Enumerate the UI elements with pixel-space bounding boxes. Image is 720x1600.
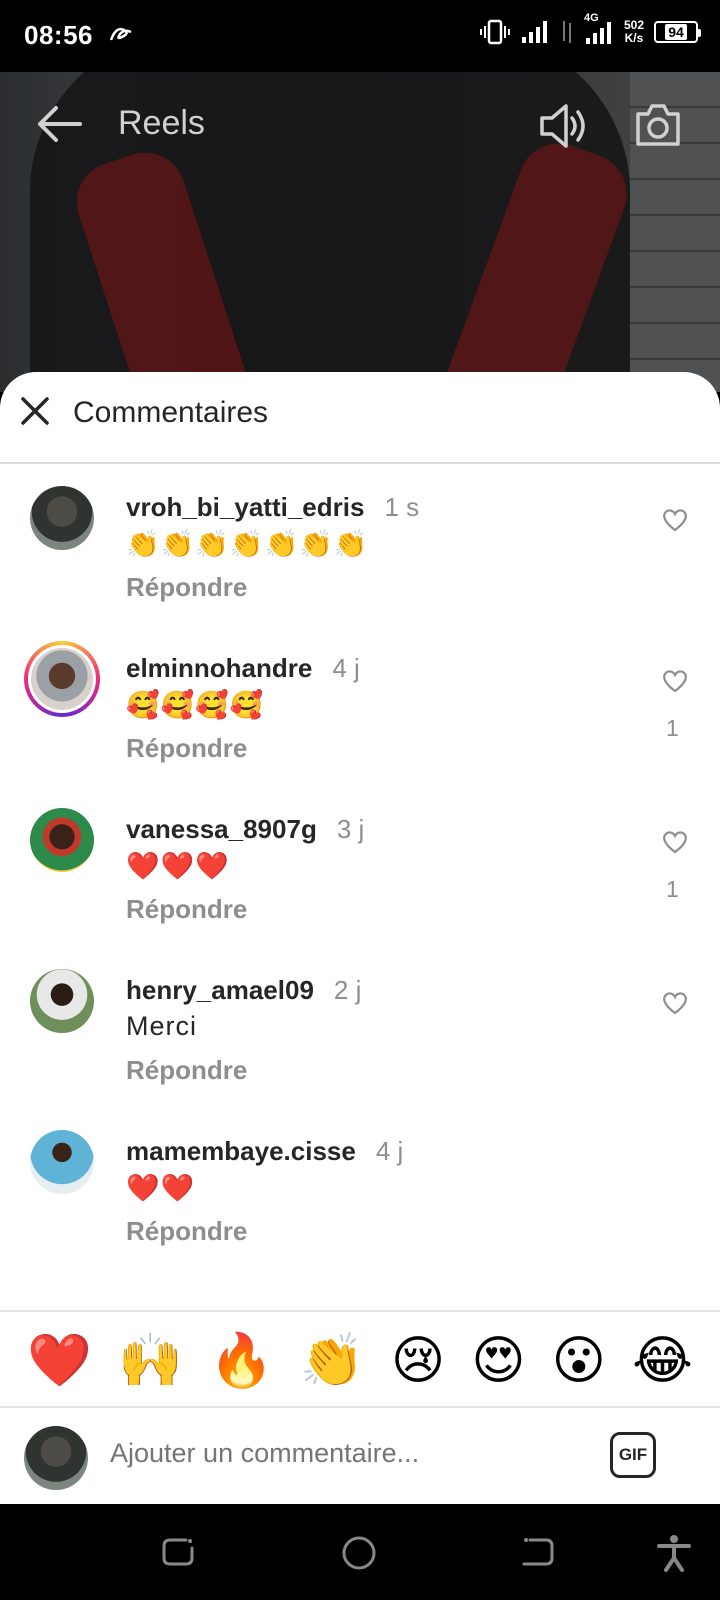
status-time: 08:56	[24, 20, 93, 50]
comment-item: vanessa_8907g 3 j ❤️❤️❤️ Répondre 1	[0, 794, 720, 954]
comment-item: mamembaye.cisse 4 j ❤️❤️ Répondre	[0, 1116, 720, 1276]
heart-icon[interactable]	[662, 830, 688, 854]
reaction-crying[interactable]: 😢	[391, 1331, 445, 1391]
reply-button[interactable]: Répondre	[126, 572, 247, 603]
quick-reactions-bar: ❤️ 🙌 🔥 👏 😢 😍 😮 😂	[0, 1316, 720, 1406]
comments-header: Commentaires	[0, 372, 720, 464]
comment-time: 4 j	[332, 653, 360, 683]
comment-item: henry_amael09 2 j Merci Répondre	[0, 955, 720, 1115]
reaction-laughing[interactable]: 😂	[632, 1331, 693, 1391]
back-arrow-icon[interactable]	[36, 104, 82, 144]
gif-button[interactable]: GIF	[610, 1432, 656, 1478]
heart-icon[interactable]	[662, 669, 688, 693]
data-arrows-icon	[562, 21, 571, 43]
vibrate-icon	[479, 19, 510, 45]
battery-level: 94	[665, 24, 687, 40]
comment-username[interactable]: henry_amael09 2 j	[126, 975, 361, 1006]
comment-composer: GIF	[0, 1408, 720, 1504]
reply-button[interactable]: Répondre	[126, 733, 247, 764]
status-indicators: 4G 502 K/s 94	[479, 12, 701, 46]
like-count: 1	[666, 715, 679, 741]
recent-apps-icon[interactable]	[160, 1534, 196, 1570]
divider	[0, 1310, 720, 1312]
accessibility-icon[interactable]	[656, 1534, 692, 1572]
battery-icon: 94	[654, 21, 701, 43]
comment-text: Merci	[126, 1011, 197, 1041]
comment-text: ❤️❤️❤️	[126, 851, 230, 881]
system-nav-bar	[0, 1504, 720, 1600]
close-icon[interactable]	[20, 396, 50, 426]
comment-username[interactable]: mamembaye.cisse 4 j	[126, 1136, 403, 1167]
comment-text: 👏👏👏👏👏👏👏	[126, 529, 369, 559]
reply-button[interactable]: Répondre	[126, 1216, 247, 1247]
avatar	[24, 1426, 88, 1490]
signal-icon	[521, 21, 547, 43]
comment-text: 🥰🥰🥰🥰	[126, 690, 265, 720]
reply-button[interactable]: Répondre	[126, 1055, 247, 1086]
comment-time: 4 j	[375, 1136, 404, 1166]
avatar[interactable]	[30, 969, 94, 1033]
reaction-heart-eyes[interactable]: 😍	[471, 1331, 525, 1391]
comment-username[interactable]: elminnohandre 4 j	[126, 653, 360, 684]
avatar[interactable]	[30, 808, 94, 872]
comment-time: 2 j	[333, 975, 362, 1005]
camera-icon[interactable]	[634, 102, 682, 148]
reaction-fire[interactable]: 🔥	[209, 1331, 274, 1391]
speed-unit: K/s	[624, 31, 644, 45]
comment-time: 1 s	[384, 492, 420, 522]
app-notification-icon	[109, 27, 132, 41]
signal-4g: 4G	[584, 12, 614, 46]
comment-input[interactable]	[110, 1438, 570, 1469]
comments-sheet: Commentaires vroh_bi_yatti_edris 1 s 👏👏👏👏…	[0, 372, 720, 1504]
reaction-heart[interactable]: ❤️	[27, 1331, 92, 1391]
speaker-icon[interactable]	[538, 102, 588, 150]
back-icon[interactable]	[520, 1534, 556, 1570]
avatar[interactable]	[30, 1130, 94, 1194]
comment-text: ❤️❤️	[126, 1173, 196, 1203]
comment-time: 3 j	[336, 814, 365, 844]
reply-button[interactable]: Répondre	[126, 894, 247, 925]
avatar	[31, 648, 93, 710]
reaction-raised-hands[interactable]: 🙌	[118, 1331, 183, 1391]
comment-username[interactable]: vroh_bi_yatti_edris 1 s	[126, 492, 419, 523]
comment-item: elminnohandre 4 j 🥰🥰🥰🥰 Répondre 1	[0, 633, 720, 793]
reaction-clap[interactable]: 👏	[300, 1331, 365, 1391]
signal-icon-2	[585, 22, 611, 44]
comment-username[interactable]: vanessa_8907g 3 j	[126, 814, 364, 845]
reels-header: Reels	[0, 72, 720, 182]
like-count: 1	[666, 876, 679, 902]
status-bar: 08:56 4G 502 K/s 94	[0, 0, 720, 72]
sheet-title: Commentaires	[73, 396, 269, 429]
story-ring[interactable]	[24, 641, 100, 717]
story-ring-gap	[28, 645, 96, 713]
network-speed: 502 K/s	[624, 19, 644, 45]
comment-item: vroh_bi_yatti_edris 1 s 👏👏👏👏👏👏👏 Répondre	[0, 472, 720, 632]
avatar[interactable]	[30, 486, 94, 550]
heart-icon[interactable]	[662, 508, 688, 532]
reaction-surprised[interactable]: 😮	[552, 1331, 606, 1391]
page-title: Reels	[118, 104, 205, 142]
heart-icon[interactable]	[662, 991, 688, 1015]
home-icon[interactable]	[340, 1534, 378, 1572]
